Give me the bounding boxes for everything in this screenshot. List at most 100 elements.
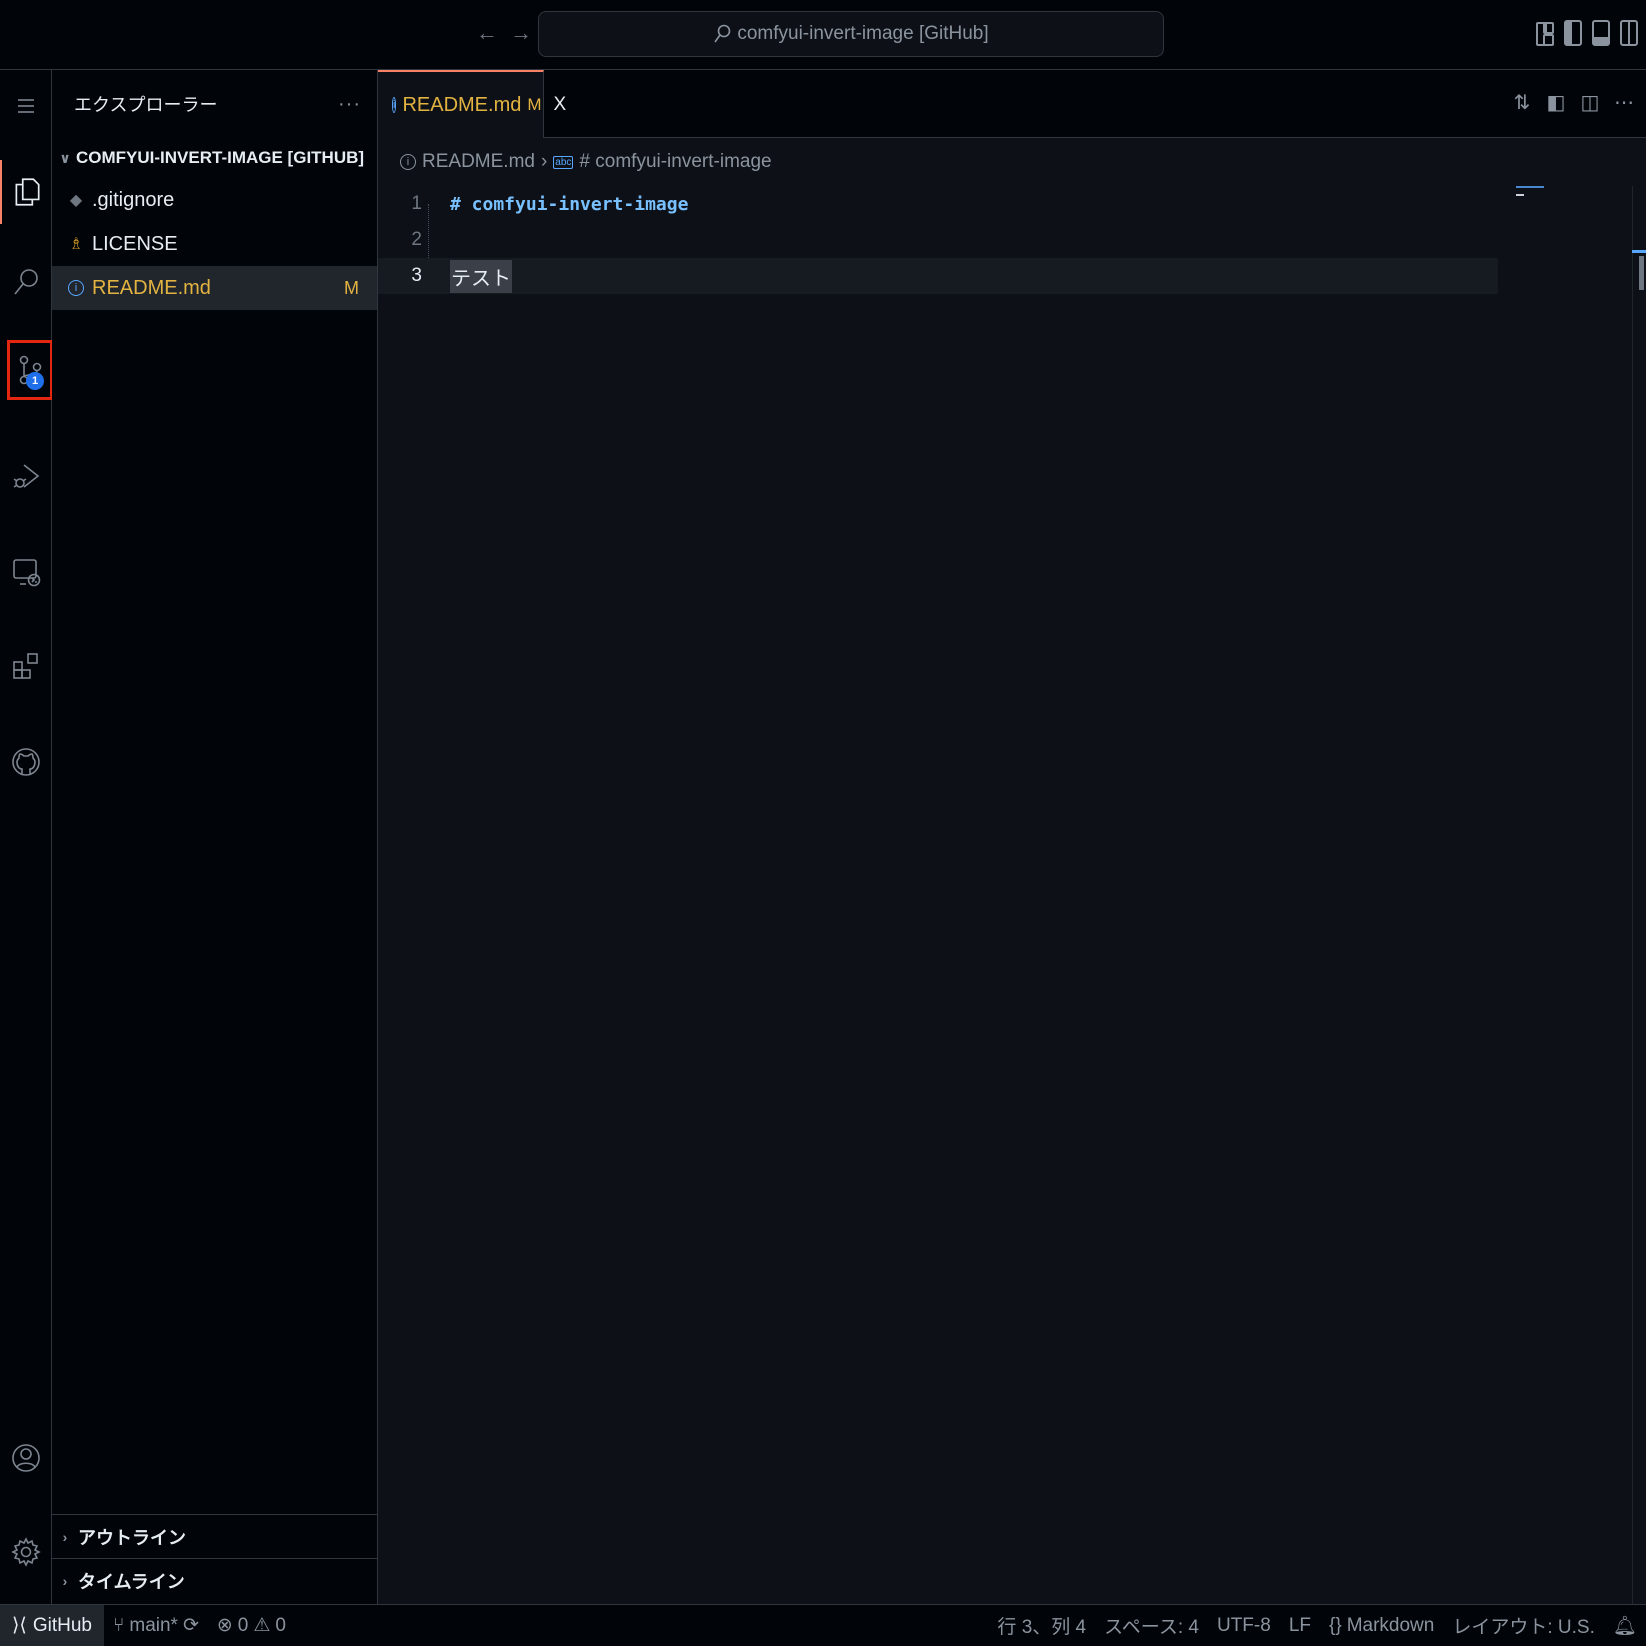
- indentation[interactable]: スペース: 4: [1095, 1612, 1208, 1639]
- braces-icon: {}: [1329, 1614, 1342, 1636]
- scrollbar-thumb[interactable]: [1639, 256, 1644, 290]
- code-line[interactable]: 2: [378, 222, 1498, 258]
- sync-icon[interactable]: ⟳: [183, 1614, 199, 1637]
- toggle-primary-sidebar-icon[interactable]: [1564, 20, 1582, 46]
- account-icon[interactable]: [0, 1430, 52, 1486]
- file-name: .gitignore: [92, 188, 175, 211]
- explorer-icon[interactable]: [0, 160, 52, 224]
- line-number: 1: [411, 193, 422, 214]
- keyboard-layout[interactable]: レイアウト: U.S.: [1443, 1612, 1604, 1639]
- status-bar-right: 行 3、列 4 スペース: 4 UTF-8 LF {} Markdown レイア…: [988, 1612, 1646, 1639]
- close-icon[interactable]: X: [554, 94, 567, 116]
- chevron-right-icon: ›: [62, 1528, 68, 1545]
- modified-status: M: [344, 277, 359, 298]
- menu-icon[interactable]: [0, 78, 52, 134]
- toggle-panel-icon[interactable]: [1592, 20, 1610, 46]
- tab-modified-status: M: [527, 95, 542, 114]
- bell-icon[interactable]: 🔔︎: [1604, 1614, 1646, 1638]
- warning-count: 0: [275, 1614, 286, 1636]
- chevron-right-icon: ›: [62, 1572, 68, 1589]
- branch-label: main*: [129, 1614, 178, 1636]
- customize-layout-icon[interactable]: [1536, 22, 1554, 46]
- branch-indicator[interactable]: ⑂ main* ⟳: [104, 1614, 208, 1637]
- remote-label: GitHub: [32, 1614, 92, 1636]
- file-item-readme[interactable]: i README.md M: [52, 266, 377, 310]
- explorer-sidebar: エクスプローラー ··· ∨ COMFYUI-INVERT-IMAGE [GIT…: [52, 70, 378, 1604]
- info-icon: i: [68, 280, 84, 296]
- settings-gear-icon[interactable]: [0, 1524, 52, 1580]
- tab-readme[interactable]: i README.md M X: [378, 70, 566, 138]
- tab-bar: i README.md M X ⇅ ◧ ◫ ⋯: [378, 70, 1646, 138]
- error-count: 0: [237, 1614, 249, 1636]
- arrow-left-icon[interactable]: ←: [476, 20, 498, 46]
- end-of-line[interactable]: LF: [1280, 1615, 1320, 1637]
- editor-group: i README.md M X ⇅ ◧ ◫ ⋯ i README.md › ab…: [378, 70, 1646, 1604]
- more-actions-icon[interactable]: ···: [338, 93, 361, 116]
- language-mode[interactable]: {} Markdown: [1320, 1615, 1443, 1637]
- outline-label: アウトライン: [78, 1527, 186, 1548]
- open-preview-icon[interactable]: ◧: [1546, 90, 1566, 114]
- search-icon[interactable]: [0, 254, 52, 310]
- title-bar: ← → comfyui-invert-image [GitHub]: [0, 0, 1646, 70]
- workspace-folder-label: COMFYUI-INVERT-IMAGE [GITHUB]: [76, 148, 365, 167]
- extensions-icon[interactable]: [0, 638, 52, 694]
- breadcrumb-file[interactable]: README.md: [422, 151, 535, 173]
- chevron-right-icon: ›: [540, 151, 548, 172]
- branch-icon: ⑂: [112, 1614, 125, 1636]
- code-editor[interactable]: 1 # comfyui-invert-image 2 3 テスト: [378, 186, 1498, 294]
- file-item-gitignore[interactable]: ◆ .gitignore: [52, 178, 377, 222]
- file-name: README.md: [92, 276, 211, 299]
- split-editor-icon[interactable]: ◫: [1580, 90, 1600, 114]
- git-file-icon: ◆: [69, 192, 83, 209]
- remote-indicator[interactable]: ⟩⟨ GitHub: [0, 1604, 104, 1646]
- minimap-line: [1516, 194, 1524, 196]
- layout-controls: [1536, 20, 1638, 46]
- line-text: テスト: [450, 259, 512, 293]
- info-icon: i: [400, 154, 416, 170]
- language-label: Markdown: [1346, 1614, 1435, 1636]
- run-debug-icon[interactable]: [0, 448, 52, 504]
- code-line[interactable]: 1 # comfyui-invert-image: [378, 186, 1498, 222]
- command-center-text: comfyui-invert-image [GitHub]: [737, 23, 989, 44]
- explorer-header: エクスプローラー ···: [52, 70, 377, 138]
- open-changes-icon[interactable]: ⇅: [1512, 90, 1532, 114]
- more-actions-icon[interactable]: ⋯: [1614, 90, 1634, 114]
- vertical-scrollbar[interactable]: [1632, 186, 1646, 1604]
- string-symbol-icon: abc: [553, 155, 574, 169]
- timeline-section[interactable]: › タイムライン: [52, 1558, 378, 1602]
- navigation-arrows: ← →: [476, 20, 532, 46]
- minimap[interactable]: [1508, 186, 1628, 206]
- file-item-license[interactable]: ♗ LICENSE: [52, 222, 377, 266]
- status-bar: ⟩⟨ GitHub ⑂ main* ⟳ ⊗ 0 ⚠ 0 行 3、列 4 スペース…: [0, 1604, 1646, 1646]
- encoding[interactable]: UTF-8: [1208, 1615, 1280, 1637]
- arrow-right-icon[interactable]: →: [510, 20, 532, 46]
- error-icon: ⊗: [216, 1615, 233, 1636]
- search-icon: [714, 24, 731, 43]
- info-icon: i: [392, 97, 397, 113]
- editor-actions: ⇅ ◧ ◫ ⋯: [1512, 90, 1634, 114]
- github-icon[interactable]: [0, 734, 52, 790]
- source-control-badge: 1: [26, 372, 44, 390]
- line-number: 3: [411, 265, 422, 286]
- activity-bar: 1: [0, 70, 53, 1604]
- license-icon: ♗: [68, 236, 84, 253]
- remote-explorer-icon[interactable]: [0, 544, 52, 600]
- problems-indicator[interactable]: ⊗ 0 ⚠ 0: [208, 1614, 295, 1637]
- minimap-line: [1516, 186, 1544, 188]
- file-name: LICENSE: [92, 232, 178, 255]
- tab-label: README.md: [402, 93, 522, 116]
- source-control-icon[interactable]: 1: [7, 340, 53, 400]
- code-line-current[interactable]: 3 テスト: [378, 258, 1498, 294]
- chevron-down-icon: ∨: [59, 149, 71, 166]
- warning-icon: ⚠: [253, 1615, 271, 1636]
- command-center-search[interactable]: comfyui-invert-image [GitHub]: [538, 11, 1164, 57]
- cursor-position[interactable]: 行 3、列 4: [988, 1612, 1095, 1639]
- remote-icon: ⟩⟨: [12, 1615, 27, 1636]
- outline-section[interactable]: › アウトライン: [52, 1514, 378, 1558]
- breadcrumb: i README.md › abc # comfyui-invert-image: [378, 138, 1646, 186]
- toggle-secondary-sidebar-icon[interactable]: [1620, 20, 1638, 46]
- line-number: 2: [411, 229, 422, 250]
- workspace-folder[interactable]: ∨ COMFYUI-INVERT-IMAGE [GITHUB]: [52, 138, 377, 178]
- breadcrumb-symbol[interactable]: # comfyui-invert-image: [579, 151, 771, 173]
- line-text: # comfyui-invert-image: [450, 193, 689, 215]
